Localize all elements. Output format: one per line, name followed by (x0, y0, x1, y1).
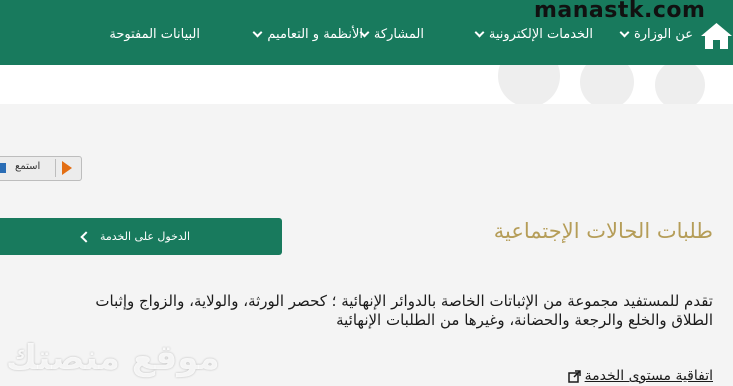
nav-item-label: المشاركة (373, 27, 424, 42)
chevron-left-icon (80, 230, 92, 243)
listen-label: استمع (15, 161, 41, 172)
site-watermark: manastk.com (534, 0, 706, 23)
gear-icon (580, 65, 634, 104)
sla-link[interactable]: اتفاقية مستوى الخدمة (567, 368, 713, 384)
gear-icon (498, 65, 560, 104)
decorative-banner (0, 65, 733, 104)
page-title: طلبات الحالات الإجتماعية (493, 219, 713, 243)
nav-item-regulations[interactable]: الأنظمة و التعاميم (252, 27, 363, 42)
chevron-down-icon (619, 27, 630, 38)
sla-link-label: اتفاقية مستوى الخدمة (584, 368, 713, 384)
nav-item-label: الخدمات الإلكترونية (488, 27, 593, 42)
home-icon[interactable] (700, 22, 733, 50)
nav-item-open-data[interactable]: البيانات المفتوحة (109, 27, 200, 42)
speaker-icon (0, 163, 6, 173)
gear-icon (655, 65, 705, 104)
nav-item-label: البيانات المفتوحة (109, 27, 200, 42)
nav-item-about-ministry[interactable]: عن الوزارة (619, 27, 693, 42)
chevron-down-icon (474, 27, 485, 38)
nav-item-participation[interactable]: المشاركة (359, 27, 424, 42)
service-description: تقدم للمستفيد مجموعة من الإثباتات الخاصة… (0, 292, 713, 330)
listen-widget[interactable]: استمع (0, 156, 92, 181)
watermark-overlay: موقع منصتك (6, 338, 220, 378)
play-icon[interactable] (62, 161, 72, 175)
enter-service-button[interactable]: الدخول على الخدمة (0, 218, 282, 255)
nav-item-e-services[interactable]: الخدمات الإلكترونية (474, 27, 593, 42)
nav-item-label: عن الوزارة (633, 27, 693, 42)
description-line: تقدم للمستفيد مجموعة من الإثباتات الخاصة… (95, 292, 713, 310)
description-line: الطلاق والخلع والرجعة والحضانة، وغيرها م… (336, 311, 713, 329)
enter-service-label: الدخول على الخدمة (99, 230, 191, 243)
chevron-down-icon (252, 27, 263, 38)
nav-item-label: الأنظمة و التعاميم (267, 27, 363, 42)
external-link-icon (567, 369, 581, 383)
divider (55, 159, 56, 177)
